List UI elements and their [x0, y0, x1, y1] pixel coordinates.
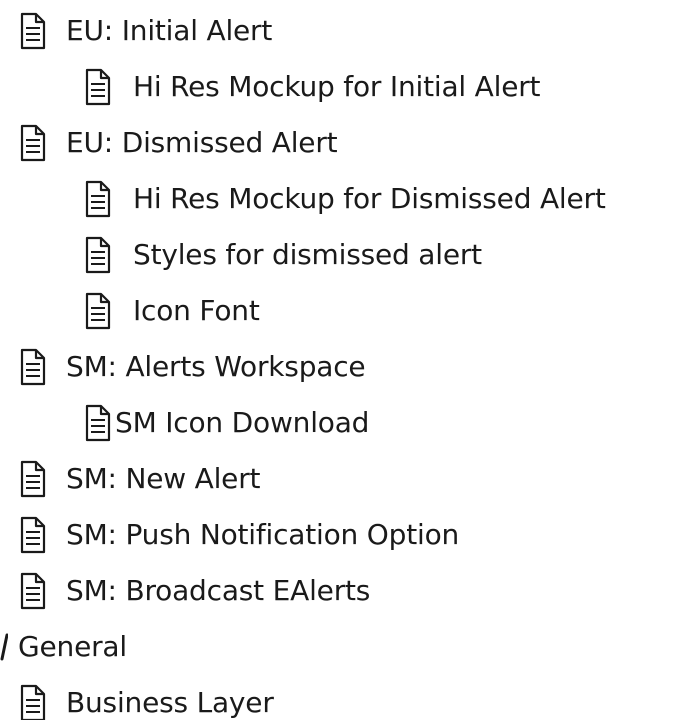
tree-item-label: Hi Res Mockup for Initial Alert [133, 70, 541, 103]
document-icon [20, 572, 46, 610]
tree-item-label: EU: Dismissed Alert [66, 126, 338, 159]
tree-item-label: SM Icon Download [115, 406, 370, 439]
tree-item-business-layer[interactable]: Business Layer [20, 675, 274, 720]
tree-item-label: SM: New Alert [66, 462, 261, 495]
tree-item-label: EU: Initial Alert [66, 14, 273, 47]
tree-item-sm-icon-download[interactable]: SM Icon Download [85, 395, 369, 451]
tree-item-eu-initial-alert[interactable]: EU: Initial Alert [20, 3, 272, 59]
tree-item-label: General [18, 630, 127, 663]
tree-item-label: SM: Push Notification Option [66, 518, 460, 551]
tree-item-sm-new-alert[interactable]: SM: New Alert [20, 451, 260, 507]
document-icon [20, 516, 46, 554]
tree-item-label: SM: Broadcast EAlerts [66, 574, 371, 607]
tree-item-label: Hi Res Mockup for Dismissed Alert [133, 182, 606, 215]
document-icon [85, 180, 111, 218]
document-icon [85, 404, 111, 442]
document-icon [20, 460, 46, 498]
tree-item-label: SM: Alerts Workspace [66, 350, 366, 383]
tree-item-icon-font[interactable]: Icon Font [85, 283, 260, 339]
document-icon [85, 292, 111, 330]
tree-item-label: Icon Font [133, 294, 260, 327]
document-icon [20, 684, 46, 720]
tree-item-general[interactable]: General [0, 619, 127, 675]
document-icon [20, 12, 46, 50]
tree-item-hi-res-initial-alert[interactable]: Hi Res Mockup for Initial Alert [85, 59, 541, 115]
tree-item-eu-dismissed-alert[interactable]: EU: Dismissed Alert [20, 115, 338, 171]
document-icon [85, 68, 111, 106]
page-tree: EU: Initial Alert Hi Res Mockup for Init… [0, 0, 695, 720]
tree-item-sm-push-notification-option[interactable]: SM: Push Notification Option [20, 507, 459, 563]
tree-item-label: Styles for dismissed alert [133, 238, 482, 271]
document-icon [20, 348, 46, 386]
tree-item-sm-broadcast-ealerts[interactable]: SM: Broadcast EAlerts [20, 563, 370, 619]
tree-item-label: Business Layer [66, 686, 274, 719]
tree-item-hi-res-dismissed-alert[interactable]: Hi Res Mockup for Dismissed Alert [85, 171, 606, 227]
tree-item-sm-alerts-workspace[interactable]: SM: Alerts Workspace [20, 339, 366, 395]
document-icon [85, 236, 111, 274]
folder-open-icon [0, 633, 8, 661]
document-icon [20, 124, 46, 162]
tree-item-styles-dismissed-alert[interactable]: Styles for dismissed alert [85, 227, 482, 283]
